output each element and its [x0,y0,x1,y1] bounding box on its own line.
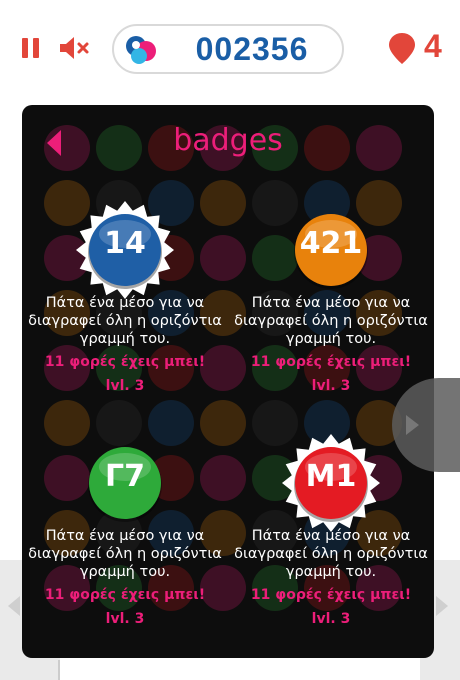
badge-level: lvl. 3 [311,611,351,627]
pause-icon [22,38,28,58]
badge-count: 11 φορές έχεις μπει! [250,354,412,370]
badge-description: Πάτα ένα μέσο για να διαγραφεί όλη η ορι… [228,294,434,348]
badge-code: 14 [104,226,146,261]
pause-icon-bar [33,38,39,58]
badge-description-line: διαγραφεί όλη η οριζόντια [28,313,222,329]
badge-level: lvl. 3 [311,378,351,394]
badge-code: 421 [299,226,363,261]
badge-level: lvl. 3 [105,611,145,627]
badge-description-line: γραμμή του. [285,331,377,347]
mute-button[interactable] [58,36,92,60]
score-value: 002356 [195,31,309,67]
background-divider [58,660,60,680]
badge-description-line: γραμμή του. [285,564,377,580]
top-hud: 002356 4 [0,0,460,96]
badge-count: 11 φορές έχεις μπει! [44,354,206,370]
badge-description-line: διαγραφεί όλη η οριζόντια [234,546,428,562]
badge-level: lvl. 3 [105,378,145,394]
lives-count: 4 [424,28,442,64]
badge-description-line: Πάτα ένα μέσο για να [45,295,205,311]
background-arrow-right-icon [436,596,448,616]
map-pin-icon [389,33,415,64]
badges-panel: badges 14 Πάτα ένα μέσο για να διαγραφεί… [22,105,434,658]
badge-description: Πάτα ένα μέσο για να διαγραφεί όλη η ορι… [228,527,434,581]
panel-title: badges [173,123,283,158]
background-arrow-left-icon [8,596,20,616]
badge-description: Πάτα ένα μέσο για να διαγραφεί όλη η ορι… [22,527,228,581]
badge-count: 11 φορές έχεις μπει! [44,587,206,603]
badge-count: 11 φορές έχεις μπει! [250,587,412,603]
badge-description-line: Πάτα ένα μέσο για να [45,528,205,544]
badge-description-line: γραμμή του. [79,564,171,580]
pause-button[interactable] [22,38,40,58]
game-logo-icon [126,36,156,64]
badge-code: Μ1 [305,459,357,494]
badge-description-line: διαγραφεί όλη η οριζόντια [28,546,222,562]
badge-description-line: Πάτα ένα μέσο για να [251,295,411,311]
badge-card[interactable]: 14 Πάτα ένα μέσο για να διαγραφεί όλη η … [22,200,228,430]
badge-description-line: διαγραφεί όλη η οριζόντια [234,313,428,329]
badge-card[interactable]: Μ1 Πάτα ένα μέσο για να διαγραφεί όλη η … [228,433,434,658]
score-display: 002356 [112,24,344,74]
speaker-muted-icon [60,37,89,59]
badge-code: Γ7 [105,459,145,494]
badge-description: Πάτα ένα μέσο για να διαγραφεί όλη η ορι… [22,294,228,348]
badge-card[interactable]: Γ7 Πάτα ένα μέσο για να διαγραφεί όλη η … [22,433,228,658]
badge-description-line: Πάτα ένα μέσο για να [251,528,411,544]
badge-description-line: γραμμή του. [79,331,171,347]
